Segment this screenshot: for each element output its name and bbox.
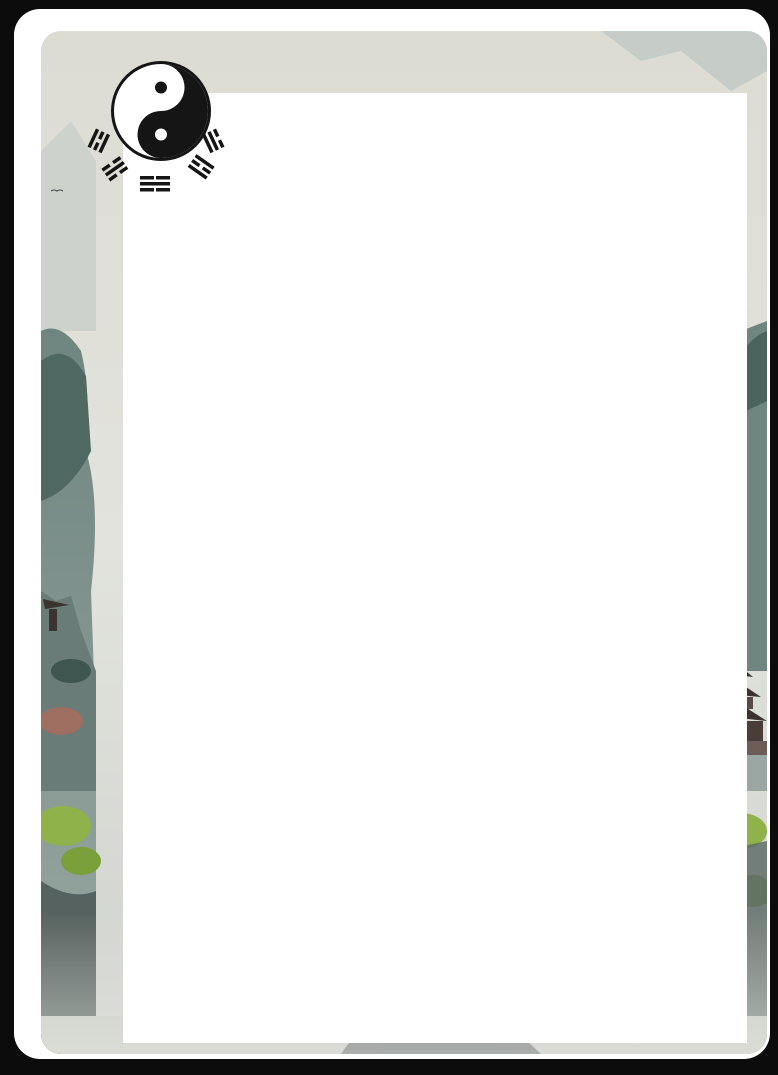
blank-content-panel — [123, 93, 747, 1043]
card-artwork-background — [41, 31, 767, 1054]
left-red-foliage — [41, 707, 83, 735]
yin-yang-icon — [111, 61, 211, 161]
trigram-bottom-icon — [140, 176, 170, 192]
left-pavilion-post — [49, 609, 57, 631]
card-border — [14, 9, 770, 1059]
left-pine — [51, 659, 91, 683]
trigram-lower-right-icon — [187, 154, 215, 180]
trigram-lower-left-icon — [101, 156, 129, 182]
yin-yang-bagua-icon — [87, 61, 225, 192]
trigram-left-icon — [87, 128, 111, 154]
left-green-foliage-2 — [61, 847, 101, 875]
